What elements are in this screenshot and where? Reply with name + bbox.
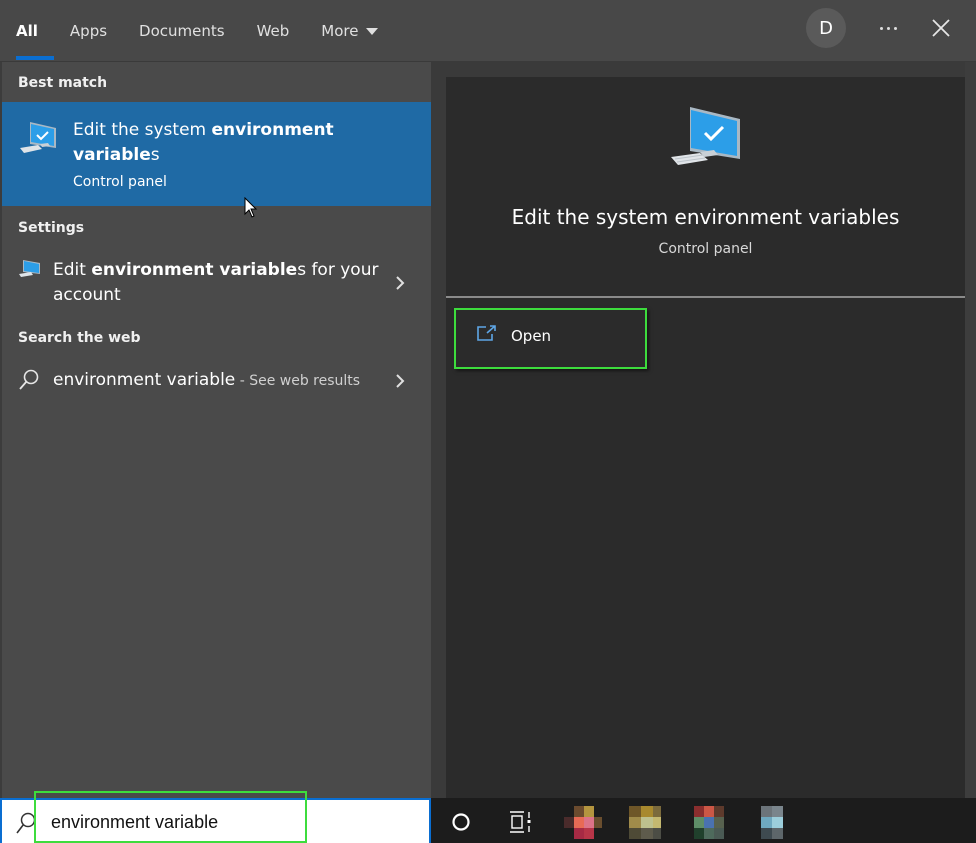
detail-title: Edit the system environment variables [511, 205, 900, 229]
tab-label: More [321, 22, 359, 40]
web-query-text: environment variable [53, 370, 236, 390]
filter-tabs: All Apps Documents Web More [16, 0, 410, 62]
section-header-search-web: Search the web [18, 330, 141, 346]
results-pane: Best match Edit the system environment v… [0, 62, 433, 798]
computer-settings-icon [18, 259, 42, 285]
pane-edge [965, 62, 976, 798]
tab-more[interactable]: More [321, 0, 379, 62]
taskbar-search-box[interactable] [0, 798, 431, 843]
web-result-text: environment variable - See web results [53, 368, 360, 394]
tab-label: Documents [139, 22, 225, 40]
title-text: Edit the system [73, 120, 212, 140]
tab-label: All [16, 22, 38, 40]
avatar[interactable]: D [806, 8, 846, 48]
web-result-item[interactable]: environment variable - See web results [2, 365, 433, 399]
tab-documents[interactable]: Documents [139, 0, 225, 62]
taskbar-app-4[interactable] [755, 804, 795, 840]
section-header-settings: Settings [18, 220, 85, 236]
tab-web[interactable]: Web [257, 0, 290, 62]
best-match-title: Edit the system environment variables [73, 118, 373, 168]
title-text: s [150, 145, 160, 165]
divider [446, 296, 965, 298]
cortana-button[interactable] [441, 804, 481, 840]
taskbar-app-2[interactable] [627, 804, 667, 840]
ellipsis-icon[interactable] [874, 16, 902, 40]
computer-check-icon [18, 120, 58, 162]
tab-label: Web [256, 22, 290, 40]
search-icon [18, 369, 40, 395]
open-button[interactable]: Open [454, 308, 647, 369]
chevron-right-icon[interactable] [394, 275, 406, 295]
section-header-best-match: Best match [18, 75, 108, 91]
title-text: Edit [53, 260, 92, 280]
search-input[interactable] [51, 810, 301, 834]
title-text: account [53, 285, 121, 305]
task-view-button[interactable] [501, 804, 541, 840]
detail-card: Edit the system environment variables Co… [446, 77, 965, 798]
tab-label: Apps [69, 22, 108, 40]
detail-subtitle: Control panel [658, 241, 753, 257]
web-suffix-text: - See web results [235, 373, 361, 389]
tab-all[interactable]: All [16, 0, 54, 62]
chevron-down-icon [366, 27, 379, 35]
settings-result-title: Edit environment variables for your acco… [53, 258, 378, 308]
search-icon [15, 812, 37, 840]
taskbar-app-3[interactable] [691, 804, 731, 840]
open-external-icon [476, 324, 498, 346]
best-match-subtitle: Control panel [73, 174, 167, 190]
close-icon[interactable] [928, 14, 954, 42]
title-text: s for your [297, 260, 379, 280]
chevron-right-icon[interactable] [394, 373, 406, 393]
settings-result-item[interactable]: Edit environment variables for your acco… [2, 255, 433, 311]
title-match-text: environment variable [91, 260, 298, 280]
best-match-result[interactable]: Edit the system environment variables Co… [2, 102, 433, 206]
tab-apps[interactable]: Apps [70, 0, 107, 62]
detail-pane: Edit the system environment variables Co… [431, 62, 976, 798]
computer-check-icon [670, 107, 744, 179]
taskbar-app-1[interactable] [564, 804, 604, 840]
search-filter-bar: All Apps Documents Web More D [0, 0, 976, 62]
open-label: Open [511, 327, 552, 345]
mouse-cursor-icon [244, 196, 258, 223]
